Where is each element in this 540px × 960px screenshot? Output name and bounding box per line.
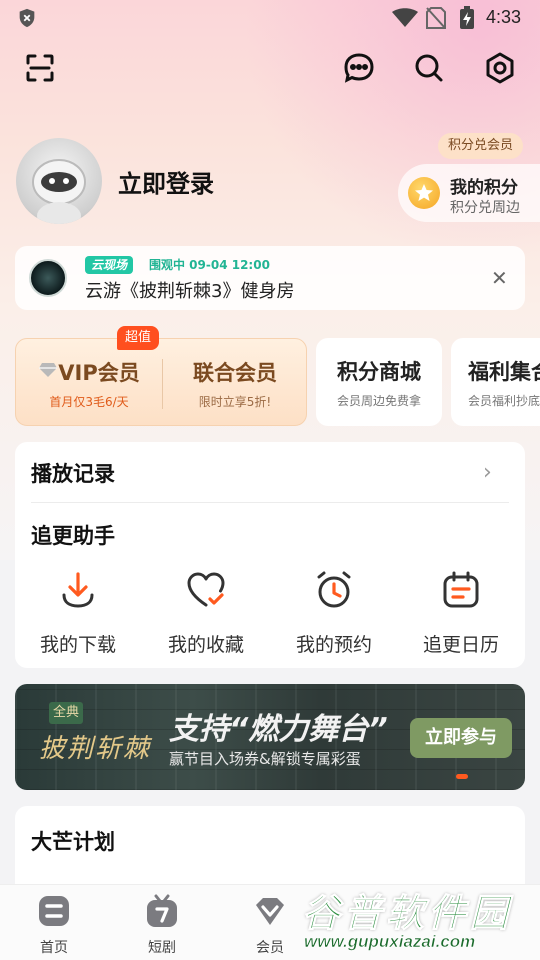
play-history-link[interactable]: 播放记录 <box>31 458 115 488</box>
live-event-banner[interactable]: 云现场 围观中 09-04 12:00 云游《披荆斩棘3》健身房 ✕ <box>15 246 525 310</box>
wifi-icon <box>392 8 418 27</box>
points-title: 我的积分 <box>450 178 518 198</box>
settings-icon[interactable] <box>482 50 518 86</box>
live-thumbnail <box>29 259 67 297</box>
diamond-icon <box>39 363 58 377</box>
membership-card[interactable]: VIP会员 首月仅3毛6/天 联合会员 限时立享5折! <box>15 338 307 426</box>
nav-short-drama-label: 短剧 <box>148 940 176 956</box>
battery-charging-icon <box>460 6 474 29</box>
alarm-icon <box>317 571 351 608</box>
download-button[interactable]: 我的下载 <box>18 568 138 657</box>
status-bar: 4:33 <box>0 0 540 36</box>
welfare-subtitle: 会员福利抄底 <box>468 394 540 408</box>
value-badge: 超值 <box>117 326 160 350</box>
watermark: 谷普软件园 www.gupuxiazai.com <box>300 880 540 960</box>
divider <box>31 502 509 503</box>
history-tracker-panel: 播放记录 › 追更助手 我的下载 我的收藏 我的预约 追更日历 <box>15 442 525 668</box>
union-member-button[interactable]: 联合会员 限时立享5折! <box>162 357 308 410</box>
favorites-label: 我的收藏 <box>167 634 244 656</box>
calendar-icon <box>443 571 479 608</box>
nav-short-drama[interactable]: 短剧 <box>122 893 202 957</box>
vip-title: VIP会员 <box>58 361 140 385</box>
welfare-title: 福利集合 <box>468 360 540 384</box>
watermark-text: 谷普软件园 <box>301 891 513 936</box>
promo-headline: 支持“燃力舞台” <box>169 712 388 747</box>
login-button[interactable]: 立即登录 <box>118 164 214 199</box>
home-icon <box>39 896 69 926</box>
show-logo: 披荆斩棘 <box>39 734 152 764</box>
promo-banner[interactable]: 全典 披荆斩棘 支持“燃力舞台” 赢节目入场券&解锁专属彩蛋 立即参与 <box>15 684 525 790</box>
download-label: 我的下载 <box>39 634 116 656</box>
vip-icon <box>256 898 284 925</box>
vip-member-button[interactable]: VIP会员 首月仅3毛6/天 <box>16 357 162 410</box>
scan-icon[interactable] <box>22 50 58 86</box>
reservations-label: 我的预约 <box>295 634 372 656</box>
points-mall-title: 积分商城 <box>337 360 421 384</box>
show-logo-tag: 全典 <box>49 702 83 724</box>
points-subtitle: 积分兑周边 <box>450 200 520 216</box>
calendar-label: 追更日历 <box>422 634 499 656</box>
nav-vip[interactable]: 会员 <box>230 893 310 957</box>
my-points-card[interactable]: 我的积分 积分兑周边 <box>398 164 540 222</box>
download-icon <box>62 572 94 608</box>
welfare-card[interactable]: 福利集合 会员福利抄底 <box>451 338 540 426</box>
message-icon[interactable] <box>341 50 377 86</box>
shield-icon <box>19 8 35 28</box>
favorite-icon <box>187 572 225 607</box>
nav-home-label: 首页 <box>40 940 68 956</box>
points-redeem-tag[interactable]: 积分兑会员 <box>438 133 524 159</box>
promo-subtitle: 赢节目入场券&解锁专属彩蛋 <box>169 750 361 768</box>
calendar-button[interactable]: 追更日历 <box>401 568 521 657</box>
status-time: 4:33 <box>486 7 522 27</box>
search-icon[interactable] <box>411 50 447 86</box>
no-sim-icon <box>426 7 446 29</box>
favorites-button[interactable]: 我的收藏 <box>146 568 266 657</box>
live-meta: 围观中 09-04 12:00 <box>149 258 270 272</box>
tracker-title: 追更助手 <box>31 524 115 548</box>
nav-vip-label: 会员 <box>256 940 284 956</box>
live-title: 云游《披荆斩棘3》健身房 <box>85 281 295 302</box>
nav-home[interactable]: 首页 <box>14 893 94 957</box>
join-now-button[interactable]: 立即参与 <box>410 718 512 758</box>
tv-icon <box>147 894 177 927</box>
watermark-url: www.gupuxiazai.com <box>304 932 476 952</box>
points-mall-subtitle: 会员周边免费拿 <box>336 394 421 408</box>
points-mall-card[interactable]: 积分商城 会员周边免费拿 <box>316 338 442 426</box>
star-coin-icon <box>408 177 440 209</box>
avatar[interactable] <box>16 138 102 224</box>
close-icon[interactable]: ✕ <box>491 266 508 290</box>
live-badge: 云现场 <box>85 256 134 274</box>
union-subtitle: 限时立享5折! <box>198 395 272 409</box>
union-title: 联合会员 <box>193 361 277 385</box>
carousel-indicator <box>456 774 468 779</box>
reservations-button[interactable]: 我的预约 <box>274 568 394 657</box>
vip-subtitle: 首月仅3毛6/天 <box>49 395 129 409</box>
plan-title: 大芒计划 <box>31 830 115 854</box>
chevron-right-icon[interactable]: › <box>483 460 492 485</box>
